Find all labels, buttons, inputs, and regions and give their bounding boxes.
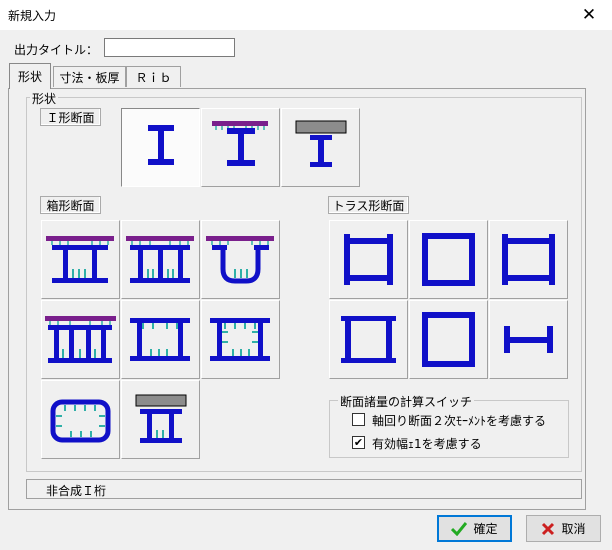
i-section-plain-option[interactable] bbox=[121, 108, 200, 187]
status-text: 非合成Ｉ桁 bbox=[46, 484, 107, 498]
box-girder-three-web-slab-icon bbox=[126, 236, 194, 283]
truss-box-square-icon bbox=[422, 233, 475, 286]
i-section-label: Ｉ形断面 bbox=[40, 108, 101, 126]
checkmark-icon: ✔ bbox=[353, 436, 364, 449]
box-section-label: 箱形断面 bbox=[40, 196, 101, 214]
box-girder-stiffened-icon bbox=[130, 318, 190, 361]
truss-section-option-3[interactable] bbox=[489, 220, 568, 299]
truss-box-tube-icon bbox=[422, 312, 475, 367]
box-section-option-7[interactable] bbox=[41, 380, 120, 459]
truss-section-label: トラス形断面 bbox=[328, 196, 409, 214]
tab-rib[interactable]: Ｒｉｂ bbox=[126, 66, 181, 87]
truss-section-option-1[interactable] bbox=[329, 220, 408, 299]
x-mark-icon bbox=[542, 522, 555, 535]
effective-width-label: 有効幅ｪ1を考慮する bbox=[372, 437, 482, 451]
output-title-input[interactable] bbox=[104, 38, 235, 57]
truss-box-flanged-icon bbox=[344, 234, 393, 285]
effective-width-checkbox[interactable]: ✔ bbox=[352, 436, 365, 449]
status-bar bbox=[26, 479, 582, 499]
i-section-concrete-option[interactable] bbox=[281, 108, 360, 187]
box-section-option-6[interactable] bbox=[201, 300, 280, 379]
truss-section-option-5[interactable] bbox=[409, 300, 488, 379]
box-girder-four-web-slab-icon bbox=[45, 316, 116, 363]
rounded-box-girder-icon bbox=[50, 399, 111, 443]
box-section-option-2[interactable] bbox=[121, 220, 200, 299]
title-bar bbox=[0, 0, 612, 30]
confirm-button-label: 確定 bbox=[473, 522, 498, 536]
tab-dimensions[interactable]: 寸法・板厚 bbox=[53, 66, 126, 87]
tab-dimensions-label: 寸法・板厚 bbox=[59, 70, 120, 85]
truss-double-channel-icon bbox=[502, 234, 555, 285]
shape-group-legend: 形状 bbox=[30, 90, 59, 107]
truss-section-option-6[interactable] bbox=[489, 300, 568, 379]
box-girder-concrete-slab-icon bbox=[135, 394, 187, 443]
cancel-button[interactable]: 取消 bbox=[526, 515, 601, 542]
i-girder-concrete-slab-icon bbox=[295, 120, 347, 167]
confirm-button[interactable]: 確定 bbox=[437, 515, 512, 542]
checkmark-icon bbox=[451, 521, 468, 536]
box-girder-two-web-slab-icon bbox=[46, 236, 114, 283]
i-girder-steel-slab-icon bbox=[212, 121, 268, 166]
box-section-option-3[interactable] bbox=[201, 220, 280, 299]
close-button[interactable]: ✕ bbox=[566, 0, 612, 30]
moment-of-inertia-checkbox[interactable] bbox=[352, 413, 365, 426]
moment-of-inertia-label: 軸回り断面２次ﾓｰﾒﾝﾄを考慮する bbox=[372, 414, 547, 428]
box-section-option-5[interactable] bbox=[121, 300, 200, 379]
box-section-option-8[interactable] bbox=[121, 380, 200, 459]
truss-section-option-4[interactable] bbox=[329, 300, 408, 379]
truss-h-section-icon bbox=[504, 326, 553, 353]
u-box-girder-slab-icon bbox=[206, 236, 274, 284]
box-section-option-1[interactable] bbox=[41, 220, 120, 299]
truss-section-option-2[interactable] bbox=[409, 220, 488, 299]
close-icon: ✕ bbox=[581, 5, 597, 25]
calc-switch-legend: 断面諸量の計算スイッチ bbox=[338, 393, 475, 410]
i-section-slab-option[interactable] bbox=[201, 108, 280, 187]
box-girder-web-stiffened-icon bbox=[210, 318, 270, 361]
i-girder-icon bbox=[148, 125, 174, 165]
tab-shape-label: 形状 bbox=[17, 70, 42, 84]
tab-shape[interactable]: 形状 bbox=[9, 63, 51, 89]
cancel-button-label: 取消 bbox=[561, 522, 586, 536]
window-title: 新規入力 bbox=[8, 9, 57, 23]
output-title-label: 出力タイトル： bbox=[14, 43, 99, 57]
truss-box-flanged-alt-icon bbox=[341, 316, 396, 363]
box-section-option-4[interactable] bbox=[41, 300, 120, 379]
tab-rib-label: Ｒｉｂ bbox=[135, 70, 172, 85]
